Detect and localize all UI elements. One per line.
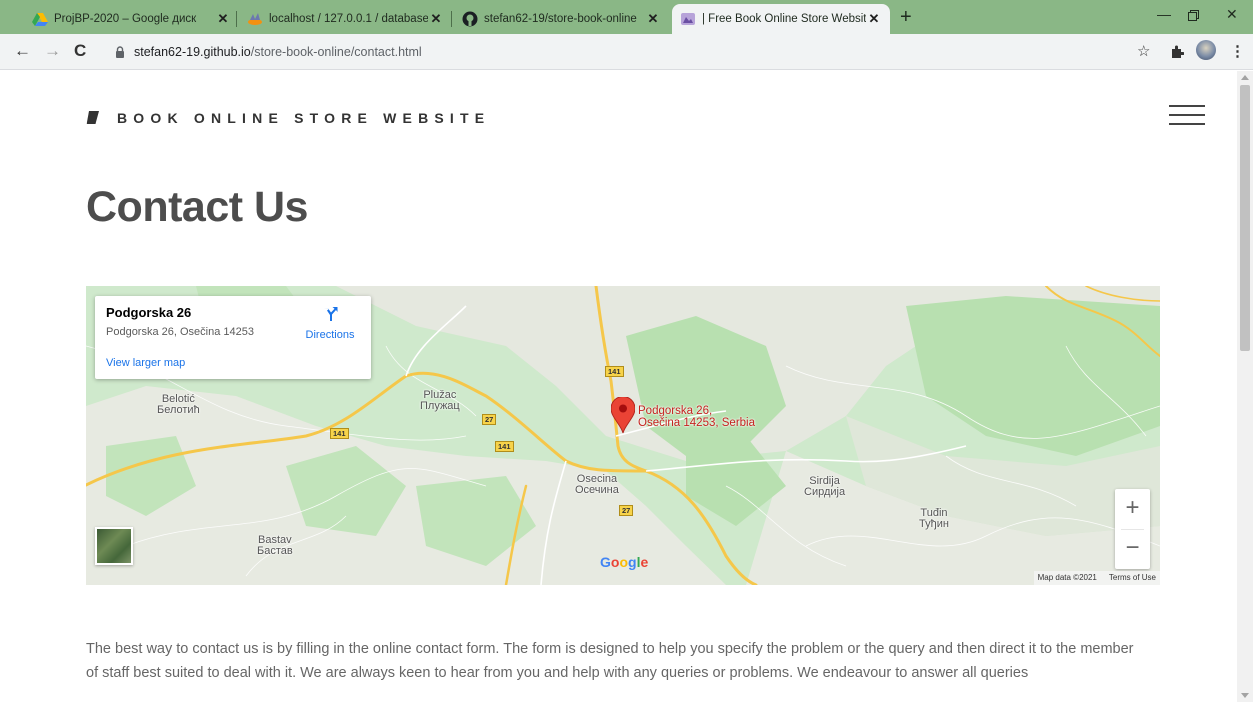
town-label-osecina: Osecina Осечина	[575, 473, 619, 496]
tab-close-icon[interactable]: ✕	[215, 11, 231, 27]
road-shield: 27	[482, 414, 497, 425]
tab-separator	[236, 11, 237, 27]
hamburger-menu-icon[interactable]	[1169, 105, 1205, 125]
tab-close-icon[interactable]: ✕	[428, 11, 444, 27]
back-icon[interactable]: ←	[14, 41, 31, 61]
forward-icon[interactable]: →	[44, 41, 61, 61]
town-label-belotic: Belotić Белотић	[157, 393, 200, 416]
tab-title: stefan62-19/store-book-online	[484, 13, 637, 25]
tab-title: localhost / 127.0.0.1 / databasen	[269, 13, 428, 25]
view-larger-map-link[interactable]: View larger map	[106, 357, 185, 369]
road-shield: 141	[330, 428, 349, 439]
scroll-up-icon[interactable]	[1241, 75, 1249, 80]
site-icon	[681, 13, 695, 25]
address-bar[interactable]: stefan62-19.github.io/store-book-online/…	[105, 39, 965, 65]
directions-icon	[324, 307, 338, 321]
site-brand[interactable]: BOOK ONLINE STORE WEBSITE	[86, 110, 490, 126]
page-viewport: BOOK ONLINE STORE WEBSITE Contact Us Pod…	[0, 71, 1237, 702]
profile-avatar[interactable]	[1196, 40, 1216, 60]
directions-label: Directions	[305, 329, 355, 341]
town-label-tudin: Tuđin Туђин	[919, 507, 949, 530]
zoom-control: + −	[1115, 489, 1150, 569]
road-shield: 141	[495, 441, 514, 452]
town-label-sirdija: Sirdija Сирдија	[804, 475, 846, 498]
tab-phpmyadmin[interactable]: localhost / 127.0.0.1 / databasen ✕	[239, 4, 452, 34]
close-window-icon[interactable]: ✕	[1226, 6, 1238, 23]
tab-strip: ProjBP-2020 – Google диск ✕ localhost / …	[0, 0, 1253, 34]
minimize-icon[interactable]: —	[1157, 6, 1171, 22]
road-shield: 27	[619, 505, 634, 516]
tab-close-icon[interactable]: ✕	[645, 11, 661, 27]
lock-icon	[116, 46, 124, 58]
contact-paragraph: The best way to contact us is by filling…	[86, 641, 1134, 681]
map-data-text: Map data ©2021	[1037, 573, 1097, 582]
place-info-card: Podgorska 26 Podgorska 26, Osečina 14253…	[95, 296, 371, 379]
google-logo: Google	[600, 554, 649, 570]
scrollbar-thumb[interactable]	[1240, 85, 1250, 351]
town-label-bastav: Bastav Бастав	[257, 534, 293, 557]
extensions-icon[interactable]	[1170, 45, 1184, 59]
reload-icon[interactable]: C	[74, 41, 86, 61]
tab-close-icon[interactable]: ✕	[866, 11, 882, 27]
pin-label: Podgorska 26, Osečina 14253, Serbia	[638, 405, 755, 429]
page-title: Contact Us	[86, 183, 308, 231]
github-icon	[462, 11, 478, 27]
book-icon	[86, 111, 99, 124]
town-label-pluzac: Plužac Плужац	[420, 389, 460, 412]
brand-name: BOOK ONLINE STORE WEBSITE	[117, 110, 491, 126]
terms-link[interactable]: Terms of Use	[1109, 573, 1156, 583]
google-drive-icon	[32, 13, 48, 26]
zoom-separator	[1121, 529, 1144, 530]
tab-title: | Free Book Online Store Website	[702, 13, 866, 25]
page-scrollbar[interactable]	[1237, 71, 1253, 702]
tab-separator	[451, 11, 452, 27]
tab-google-drive[interactable]: ProjBP-2020 – Google диск ✕	[24, 4, 239, 34]
scroll-down-icon[interactable]	[1241, 693, 1249, 698]
tab-github[interactable]: stefan62-19/store-book-online ✕	[454, 4, 669, 34]
url-host: stefan62-19.github.io	[134, 45, 251, 59]
url-path: /store-book-online/contact.html	[250, 45, 422, 59]
embedded-map[interactable]: Podgorska 26 Podgorska 26, Osečina 14253…	[86, 286, 1160, 585]
tab-title: ProjBP-2020 – Google диск	[54, 13, 197, 25]
satellite-toggle-button[interactable]	[95, 527, 133, 565]
menu-kebab-icon[interactable]: ⋮	[1230, 42, 1245, 60]
directions-button[interactable]: Directions	[300, 306, 360, 341]
new-tab-icon[interactable]: +	[900, 7, 912, 27]
zoom-out-button[interactable]: −	[1115, 529, 1150, 569]
zoom-in-button[interactable]: +	[1115, 489, 1150, 529]
phpmyadmin-icon	[248, 13, 262, 25]
bookmark-star-icon[interactable]: ☆	[1137, 42, 1150, 60]
map-attribution: Map data ©2021 Terms of Use	[1033, 571, 1160, 585]
browser-toolbar: ← → C stefan62-19.github.io/store-book-o…	[0, 34, 1253, 70]
place-address: Podgorska 26, Osečina 14253	[106, 326, 254, 338]
map-pin-icon[interactable]	[611, 397, 635, 434]
road-shield: 141	[605, 366, 624, 377]
place-title: Podgorska 26	[106, 305, 192, 320]
restore-icon[interactable]	[1188, 10, 1199, 21]
tab-bookstore-active[interactable]: | Free Book Online Store Website ✕	[672, 4, 890, 34]
